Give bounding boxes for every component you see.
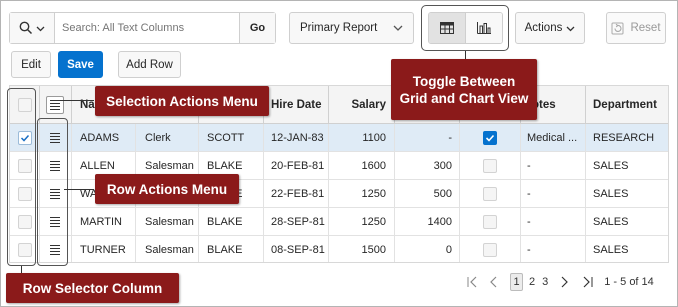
- row-actions-leader: [64, 189, 94, 190]
- cell-hire-date[interactable]: 12-JAN-83: [271, 124, 327, 151]
- actions-label: Actions: [524, 22, 563, 34]
- cell-commission[interactable]: 300: [396, 152, 452, 179]
- column-header-department[interactable]: Department: [593, 86, 668, 123]
- page-link[interactable]: 2: [529, 276, 535, 288]
- last-page-icon[interactable]: [580, 275, 594, 289]
- add-row-button[interactable]: Add Row: [118, 51, 181, 78]
- table-row[interactable]: MARTIN Salesman BLAKE 28-SEP-81 1250 1400 - SAL…: [10, 208, 668, 236]
- active-checkbox[interactable]: [482, 130, 497, 145]
- cell-department[interactable]: SALES: [593, 180, 668, 207]
- grid-view-button[interactable]: [429, 13, 466, 43]
- cell-notes[interactable]: -: [527, 208, 583, 235]
- cell-active[interactable]: [459, 124, 520, 151]
- reset-button[interactable]: Reset: [606, 12, 666, 44]
- cell-hire-date[interactable]: 28-SEP-81: [271, 208, 327, 235]
- search-bar: Go: [9, 12, 276, 44]
- active-checkbox[interactable]: [482, 214, 497, 229]
- pagination: 1 2 3 1 - 5 of 14: [466, 272, 654, 292]
- cell-hire-date[interactable]: 08-SEP-81: [271, 236, 327, 262]
- previous-page-icon[interactable]: [488, 275, 498, 289]
- callout-row-actions: Row Actions Menu: [95, 174, 239, 204]
- chevron-down-icon: [36, 26, 45, 31]
- cell-active[interactable]: [459, 208, 520, 235]
- callout-selection-actions: Selection Actions Menu: [95, 86, 269, 116]
- view-toggle: [428, 12, 503, 44]
- active-checkbox[interactable]: [482, 158, 497, 173]
- first-page-icon[interactable]: [466, 275, 480, 289]
- chart-view-button[interactable]: [466, 13, 502, 43]
- column-header-salary[interactable]: Salary: [330, 86, 386, 123]
- table-row[interactable]: TURNER Salesman BLAKE 08-SEP-81 1500 0 - SALES: [10, 236, 668, 262]
- go-button[interactable]: Go: [239, 13, 275, 43]
- actions-menu-button[interactable]: Actions: [515, 12, 585, 44]
- cell-active[interactable]: [459, 152, 520, 179]
- selection-actions-leader: [60, 100, 94, 101]
- search-icon: [19, 21, 33, 35]
- cell-department[interactable]: SALES: [593, 208, 668, 235]
- cell-name[interactable]: MARTIN: [80, 208, 140, 235]
- save-button[interactable]: Save: [58, 51, 103, 78]
- check-icon: [485, 134, 494, 142]
- active-checkbox[interactable]: [482, 186, 497, 201]
- cell-commission[interactable]: 1400: [396, 208, 452, 235]
- cell-salary[interactable]: 1500: [330, 236, 386, 262]
- page-link[interactable]: 3: [542, 276, 548, 288]
- cell-name[interactable]: TURNER: [80, 236, 140, 262]
- cell-notes[interactable]: -: [527, 180, 583, 207]
- hamburger-icon: [50, 99, 60, 110]
- cell-active[interactable]: [459, 180, 520, 207]
- cell-salary[interactable]: 1250: [330, 180, 386, 207]
- cell-notes[interactable]: -: [527, 236, 583, 262]
- active-checkbox[interactable]: [482, 242, 497, 257]
- cell-manager[interactable]: BLAKE: [207, 236, 259, 262]
- cell-hire-date[interactable]: 22-FEB-81: [271, 180, 327, 207]
- reset-icon: [611, 22, 624, 34]
- cell-commission[interactable]: -: [396, 124, 452, 151]
- cell-salary[interactable]: 1100: [330, 124, 386, 151]
- selection-actions-menu-button[interactable]: [46, 95, 64, 114]
- pagination-range: 1 - 5 of 14: [604, 276, 654, 288]
- bar-chart-icon: [477, 22, 491, 34]
- cell-manager[interactable]: SCOTT: [207, 124, 259, 151]
- cell-manager[interactable]: BLAKE: [207, 208, 259, 235]
- edit-button[interactable]: Edit: [11, 51, 51, 78]
- cell-hire-date[interactable]: 20-FEB-81: [271, 152, 327, 179]
- chevron-down-icon: [566, 26, 575, 31]
- search-input[interactable]: [55, 13, 239, 43]
- cell-name[interactable]: ADAMS: [80, 124, 140, 151]
- callout-row-selector: Row Selector Column: [6, 273, 179, 303]
- table-row[interactable]: ADAMS Clerk SCOTT 12-JAN-83 1100- Medical ...…: [10, 124, 668, 152]
- cell-notes[interactable]: -: [527, 152, 583, 179]
- next-page-icon[interactable]: [560, 275, 570, 289]
- row-actions-outline: [37, 118, 68, 266]
- row-selector-outline: [7, 88, 36, 266]
- cell-active[interactable]: [459, 236, 520, 262]
- cell-job[interactable]: Clerk: [145, 124, 195, 151]
- cell-salary[interactable]: 1250: [330, 208, 386, 235]
- cell-department[interactable]: SALES: [593, 152, 668, 179]
- callout-toggle-view: Toggle Between Grid and Chart View: [391, 59, 537, 120]
- cell-commission[interactable]: 0: [396, 236, 452, 262]
- cell-job[interactable]: Salesman: [145, 208, 195, 235]
- page-link-current[interactable]: 1: [510, 273, 523, 291]
- cell-department[interactable]: RESEARCH: [593, 124, 668, 151]
- cell-commission[interactable]: 500: [396, 180, 452, 207]
- cell-notes[interactable]: Medical ...: [527, 124, 583, 151]
- report-select[interactable]: Primary Report: [289, 12, 414, 44]
- reset-label: Reset: [630, 22, 661, 34]
- cell-salary[interactable]: 1600: [330, 152, 386, 179]
- cell-department[interactable]: SALES: [593, 236, 668, 262]
- cell-job[interactable]: Salesman: [145, 236, 195, 262]
- column-header-notes[interactable]: otes: [532, 86, 582, 123]
- search-column-picker[interactable]: [10, 13, 55, 43]
- report-select-label: Primary Report: [300, 22, 378, 34]
- chevron-down-icon: [393, 25, 403, 31]
- toggle-view-leader: [465, 51, 466, 59]
- grid-view-icon: [440, 22, 454, 34]
